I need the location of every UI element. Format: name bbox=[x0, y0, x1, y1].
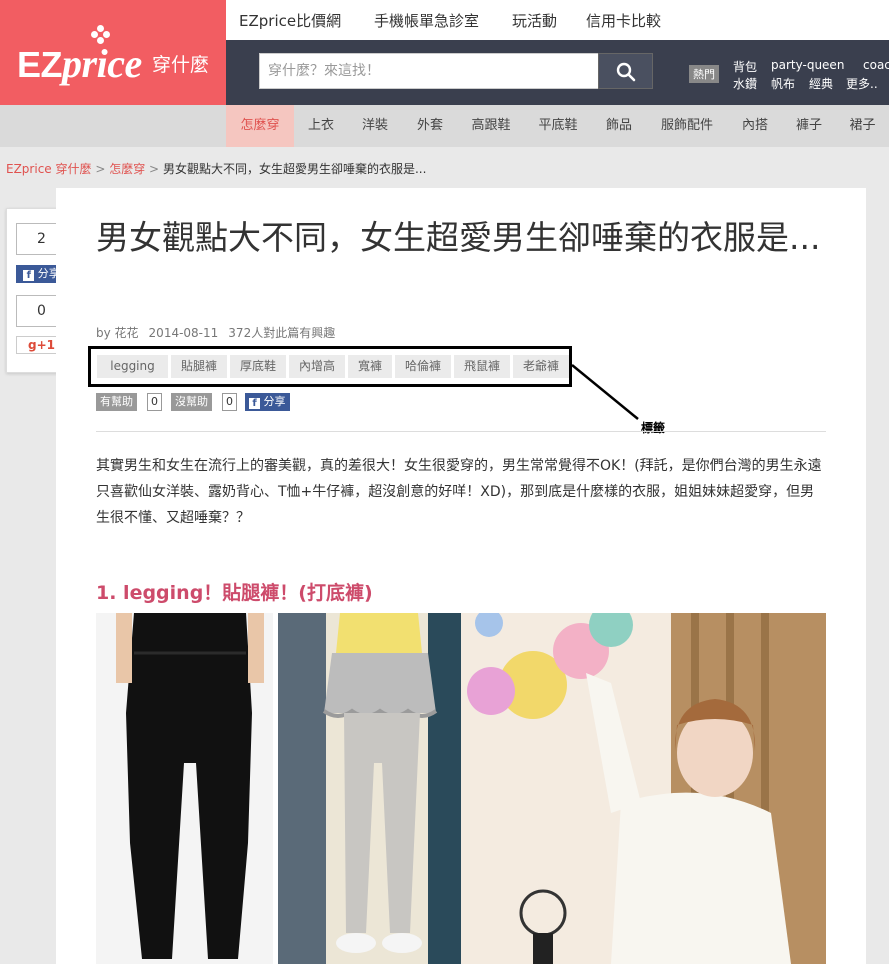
helpful-button[interactable]: 有幫助 bbox=[96, 393, 137, 411]
article-title: 男女觀點大不同，女生超愛男生卻唾棄的衣服是... bbox=[96, 218, 821, 257]
category-apparel-accessories[interactable]: 服飾配件 bbox=[646, 105, 728, 147]
hot-link-party-queen[interactable]: party-queen bbox=[771, 58, 844, 72]
category-how-to-wear[interactable]: 怎麼穿 bbox=[226, 105, 294, 147]
category-flats[interactable]: 平底鞋 bbox=[524, 105, 592, 147]
photo-grey-leggings bbox=[278, 613, 461, 964]
breadcrumb-home[interactable]: EZprice 穿什麼 bbox=[6, 162, 91, 176]
photo-girl-balloons bbox=[461, 613, 826, 964]
divider bbox=[96, 431, 826, 432]
article-interest: 372人對此篇有興趣 bbox=[228, 326, 336, 340]
hot-badge: 熱門 bbox=[689, 65, 719, 83]
hot-link-classic[interactable]: 經典 bbox=[809, 75, 833, 92]
search-button[interactable] bbox=[598, 53, 653, 89]
breadcrumb: EZprice 穿什麼 > 怎麼穿 > 男女觀點大不同，女生超愛男生卻唾棄的衣服… bbox=[6, 160, 426, 177]
hot-link-backpack[interactable]: 背包 bbox=[733, 58, 757, 75]
nav-phone-bill[interactable]: 手機帳單急診室 bbox=[374, 10, 479, 31]
category-bar: 怎麼穿 上衣 洋裝 外套 高跟鞋 平底鞋 飾品 服飾配件 內搭 褲子 裙子 bbox=[0, 105, 889, 147]
annotation-label: 標籤 bbox=[641, 421, 666, 435]
search-input[interactable] bbox=[259, 53, 599, 89]
unhelpful-button[interactable]: 沒幫助 bbox=[171, 393, 212, 411]
category-accessories[interactable]: 飾品 bbox=[592, 105, 646, 147]
unhelpful-count: 0 bbox=[222, 393, 237, 411]
article-author: by 花花 bbox=[96, 326, 139, 340]
article-date: 2014-08-11 bbox=[148, 326, 219, 340]
article-share-label: 分享 bbox=[263, 395, 286, 408]
search-icon bbox=[616, 62, 636, 82]
tag-drop-crotch-pants[interactable]: 飛鼠褲 bbox=[454, 355, 510, 378]
logo-wordmark: EZprice bbox=[17, 41, 142, 86]
breadcrumb-current: 男女觀點大不同，女生超愛男生卻唾棄的衣服是... bbox=[162, 162, 427, 176]
search-bar: 熱門 背包 party-queen coac 水鑽 帆布 經典 更多.. bbox=[226, 40, 889, 105]
tag-platform-shoes[interactable]: 厚底鞋 bbox=[230, 355, 286, 378]
logo-subtitle: 穿什麼 bbox=[152, 54, 210, 76]
site-logo[interactable]: EZprice 穿什麼 bbox=[0, 0, 226, 105]
tag-harem-pants[interactable]: 哈倫褲 bbox=[395, 355, 451, 378]
article-facebook-share-button[interactable]: f 分享 bbox=[245, 393, 290, 411]
nav-ezprice[interactable]: EZprice比價網 bbox=[239, 10, 341, 31]
category-tops[interactable]: 上衣 bbox=[294, 105, 348, 147]
hot-link-more[interactable]: 更多.. bbox=[846, 75, 878, 92]
facebook-icon: f bbox=[23, 270, 35, 281]
tag-baggy-pants[interactable]: 老爺褲 bbox=[513, 355, 569, 378]
breadcrumb-section[interactable]: 怎麼穿 bbox=[109, 162, 145, 176]
category-skirts[interactable]: 裙子 bbox=[836, 105, 889, 147]
hot-link-rhinestone[interactable]: 水鑽 bbox=[733, 75, 757, 92]
annotation-pointer bbox=[571, 364, 639, 420]
breadcrumb-separator: > bbox=[149, 162, 160, 176]
hot-link-coach[interactable]: coac bbox=[863, 58, 889, 72]
facebook-icon: f bbox=[249, 398, 260, 409]
article-intro: 其實男生和女生在流行上的審美觀，真的差很大！女生很愛穿的，男生常常覺得不OK！(… bbox=[96, 458, 822, 526]
article-meta: by 花花 2014-08-11 372人對此篇有興趣 bbox=[96, 324, 345, 341]
gplus-label: +1 bbox=[36, 338, 55, 352]
category-pants[interactable]: 褲子 bbox=[782, 105, 836, 147]
category-heels[interactable]: 高跟鞋 bbox=[458, 105, 524, 147]
category-dresses[interactable]: 洋裝 bbox=[348, 105, 402, 147]
nav-credit-card[interactable]: 信用卡比較 bbox=[586, 10, 661, 31]
section-heading: 1. legging！貼腿褲！(打底褲) bbox=[96, 582, 373, 604]
category-innerwear[interactable]: 內搭 bbox=[728, 105, 782, 147]
photo-black-leggings bbox=[96, 613, 273, 964]
gplus-icon: g bbox=[28, 338, 37, 352]
breadcrumb-separator: > bbox=[95, 162, 106, 176]
nav-activities[interactable]: 玩活動 bbox=[512, 10, 557, 31]
tag-list: legging 貼腿褲 厚底鞋 內增高 寬褲 哈倫褲 飛鼠褲 老爺褲 bbox=[88, 346, 572, 387]
top-navigation: EZprice比價網 手機帳單急診室 玩活動 信用卡比較 bbox=[226, 0, 889, 40]
category-coats[interactable]: 外套 bbox=[402, 105, 458, 147]
article: 男女觀點大不同，女生超愛男生卻唾棄的衣服是... by 花花 2014-08-11… bbox=[56, 188, 866, 964]
tag-wide-pants[interactable]: 寬褲 bbox=[348, 355, 392, 378]
tag-hidden-heels[interactable]: 內增高 bbox=[289, 355, 345, 378]
tag-legging[interactable]: legging bbox=[97, 355, 168, 378]
hot-link-canvas[interactable]: 帆布 bbox=[771, 75, 795, 92]
helpful-count: 0 bbox=[147, 393, 162, 411]
tag-leggings[interactable]: 貼腿褲 bbox=[171, 355, 227, 378]
